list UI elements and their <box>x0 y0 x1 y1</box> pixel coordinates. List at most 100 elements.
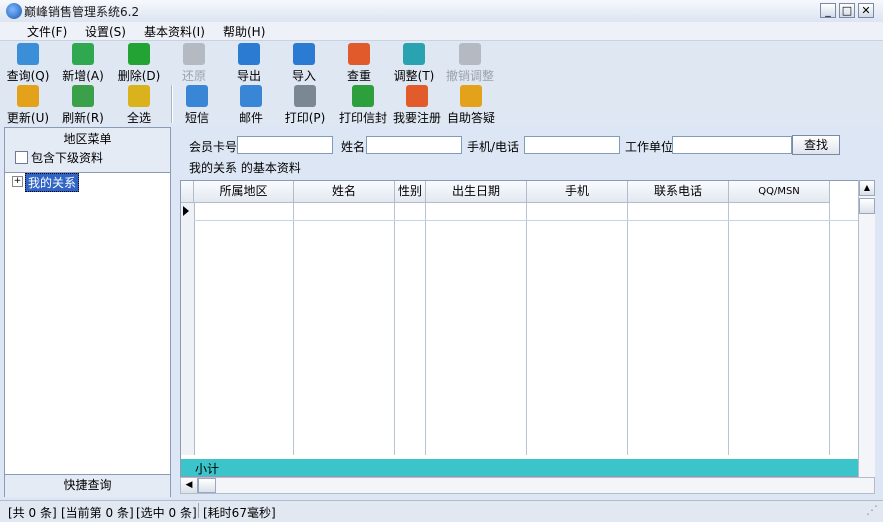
menu-file[interactable]: 文件(F) <box>27 23 67 40</box>
toolbar-row2-label-8: 自助答疑 <box>446 111 495 125</box>
refresh-icon <box>72 85 94 107</box>
column-divider <box>728 203 729 455</box>
close-button[interactable]: ✕ <box>858 3 874 18</box>
subtotal-label: 小计 <box>195 462 220 476</box>
undo-adjust-icon <box>459 43 481 65</box>
row-header-corner <box>181 181 194 203</box>
toolbar-separator <box>171 85 173 123</box>
horizontal-scroll-thumb[interactable] <box>198 478 216 493</box>
resize-grip-icon[interactable]: ⋰ <box>866 503 878 517</box>
quick-query-button[interactable]: 快捷查询 <box>5 474 170 497</box>
select-all-icon <box>128 85 150 107</box>
region-menu-panel: 地区菜单 包含下级资料 + 我的关系 快捷查询 <box>4 127 171 497</box>
help-key-icon <box>460 85 482 107</box>
column-divider <box>526 203 527 455</box>
toolbar-row1-button-1[interactable]: 新增(A) <box>56 43 110 85</box>
region-menu-title: 地区菜单 <box>63 132 112 146</box>
add-record-icon <box>72 43 94 65</box>
globe-icon <box>186 85 208 107</box>
toolbar-row1-button-5[interactable]: 导入 <box>277 43 331 85</box>
menu-basic-data[interactable]: 基本资料(I) <box>144 23 205 40</box>
toolbar-row2-button-6[interactable]: 打印信封 <box>336 85 390 127</box>
toolbar-row2-label-7: 我要注册 <box>392 111 441 125</box>
toolbar-row2-button-3[interactable]: 短信 <box>170 85 224 127</box>
menu-help[interactable]: 帮助(H) <box>223 23 265 40</box>
printer-icon <box>294 85 316 107</box>
window-title: 巅峰销售管理系统6.2 <box>24 5 140 19</box>
column-header-1[interactable]: 姓名 <box>294 181 395 203</box>
region-menu-header: 地区菜单 包含下级资料 <box>5 128 170 173</box>
toolbar-row2-button-1[interactable]: 刷新(R) <box>56 85 110 127</box>
toolbar-row1-button-2[interactable]: 删除(D) <box>112 43 166 85</box>
column-header-4[interactable]: 手机 <box>527 181 628 203</box>
maximize-button[interactable]: □ <box>839 3 855 18</box>
company-input[interactable] <box>672 136 792 154</box>
toolbar-row1-label-8: 撤销调整 <box>445 69 494 83</box>
toolbar-row2-button-5[interactable]: 打印(P) <box>278 85 332 127</box>
current-row-arrow-icon <box>183 206 189 216</box>
toolbar-row2-label-6: 打印信封 <box>338 111 387 125</box>
info-caption: 我的关系 的基本资料 <box>189 161 301 175</box>
subtotal-row <box>181 459 858 476</box>
vertical-scroll-thumb[interactable] <box>859 198 875 214</box>
toolbar: 查询(Q) 新增(A) 删除(D) 还原 导出 导入 查重 调整(T) 撤销调整 更新(U) 刷新… <box>0 41 883 126</box>
data-grid[interactable]: 所属地区 姓名 性别 出生日期 手机 联系电话 QQ/MSN 小计 <box>180 180 859 477</box>
vertical-scrollbar[interactable]: ▲ <box>858 180 875 477</box>
delete-x-icon <box>128 43 150 65</box>
toolbar-row2-label-0: 更新(U) <box>6 111 50 125</box>
column-header-5[interactable]: 联系电话 <box>628 181 729 203</box>
status-current: [当前第 0 条] <box>61 506 134 520</box>
column-header-0[interactable]: 所属地区 <box>194 181 294 203</box>
tree-node-my-relations[interactable]: 我的关系 <box>25 173 80 192</box>
title-bar: 巅峰销售管理系统6.2 _ □ ✕ <box>0 0 883 23</box>
toolbar-row2-button-4[interactable]: 邮件 <box>224 85 278 127</box>
member-card-input[interactable] <box>237 136 333 154</box>
toolbar-row2-label-3: 短信 <box>184 111 209 125</box>
find-button[interactable]: 查找 <box>792 135 840 155</box>
column-header-2[interactable]: 性别 <box>395 181 426 203</box>
column-divider <box>425 203 426 455</box>
include-sub-checkbox[interactable] <box>15 151 28 164</box>
toolbar-row2-button-8[interactable]: 自助答疑 <box>444 85 498 127</box>
status-bar: [共 0 条] [当前第 0 条] [选中 0 条] [耗时67毫秒] ⋰ <box>0 500 883 522</box>
toolbar-row1-button-4[interactable]: 导出 <box>222 43 276 85</box>
tree-expand-icon[interactable]: + <box>12 176 23 187</box>
horizontal-scrollbar[interactable]: ◀ <box>180 477 875 494</box>
status-selected: [选中 0 条] <box>136 506 197 520</box>
scroll-up-arrow-icon[interactable]: ▲ <box>859 180 875 196</box>
toolbar-row1-button-6[interactable]: 查重 <box>332 43 386 85</box>
toolbar-row1-button-3[interactable]: 还原 <box>167 43 221 85</box>
phone-label: 手机/电话 <box>467 140 520 154</box>
envelope-print-icon <box>352 85 374 107</box>
toolbar-row2-button-0[interactable]: 更新(U) <box>1 85 55 127</box>
toolbar-row1-button-7[interactable]: 调整(T) <box>387 43 441 85</box>
status-separator <box>198 503 199 518</box>
toolbar-row1-label-1: 新增(A) <box>62 69 104 83</box>
member-card-label: 会员卡号 <box>189 140 238 154</box>
column-divider <box>829 203 830 455</box>
menu-settings[interactable]: 设置(S) <box>85 23 126 40</box>
toolbar-row1-button-8[interactable]: 撤销调整 <box>443 43 497 85</box>
minimize-button[interactable]: _ <box>820 3 836 18</box>
phone-input[interactable] <box>524 136 620 154</box>
table-row[interactable] <box>194 220 858 221</box>
menu-bar: 文件(F) 设置(S) 基本资料(I) 帮助(H) <box>0 22 883 41</box>
column-divider <box>293 203 294 455</box>
column-header-3[interactable]: 出生日期 <box>426 181 527 203</box>
column-divider <box>627 203 628 455</box>
toolbar-row2-label-2: 全选 <box>126 111 151 125</box>
column-header-6[interactable]: QQ/MSN <box>729 181 830 203</box>
company-label: 工作单位 <box>625 140 674 154</box>
toolbar-row1-label-0: 查询(Q) <box>6 69 50 83</box>
toolbar-row1-label-6: 查重 <box>346 69 371 83</box>
toolbar-row2-button-2[interactable]: 全选 <box>112 85 166 127</box>
toolbar-row1-button-0[interactable]: 查询(Q) <box>1 43 55 85</box>
broom-icon <box>348 43 370 65</box>
toolbar-row2-label-4: 邮件 <box>238 111 263 125</box>
scroll-left-arrow-icon[interactable]: ◀ <box>181 478 198 493</box>
include-sub-label: 包含下级资料 <box>31 151 104 165</box>
toolbar-row2-button-7[interactable]: 我要注册 <box>390 85 444 127</box>
update-icon <box>17 85 39 107</box>
name-input[interactable] <box>366 136 462 154</box>
status-elapsed: [耗时67毫秒] <box>203 506 276 520</box>
